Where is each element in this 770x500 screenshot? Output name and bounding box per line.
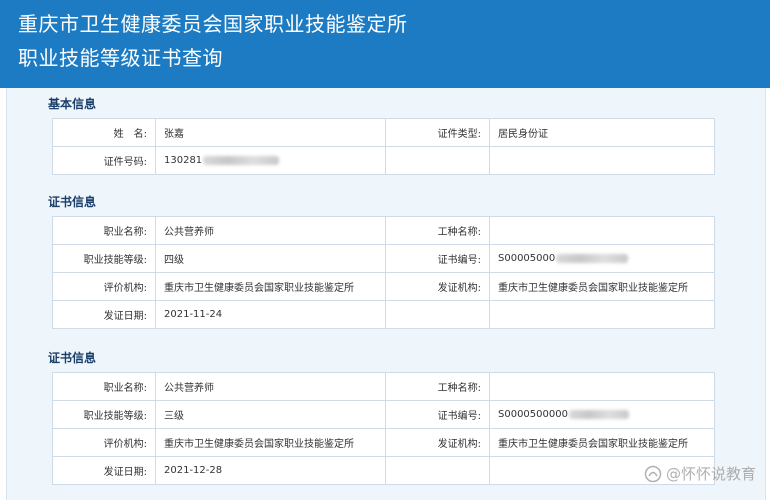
header-page-title: 职业技能等级证书查询: [18, 46, 223, 70]
table-row: 职业技能等级: 四级 证书编号: S00005000: [52, 244, 715, 273]
cert-number-value: S00005000: [498, 253, 556, 264]
id-type-value: 居民身份证: [489, 118, 715, 147]
cert-info-title: 证书信息: [48, 195, 97, 209]
name-label: 姓 名:: [52, 118, 156, 147]
table-row: 职业名称: 公共营养师 工种名称:: [52, 372, 715, 401]
eval-org-value: 重庆市卫生健康委员会国家职业技能鉴定所: [155, 272, 386, 301]
issue-org-value: 重庆市卫生健康委员会国家职业技能鉴定所: [489, 428, 715, 457]
work-type-label: 工种名称:: [385, 216, 490, 245]
occupation-value: 公共营养师: [155, 372, 386, 401]
occupation-label: 职业名称:: [52, 216, 156, 245]
empty-value: [489, 300, 715, 329]
level-value: 三级: [155, 400, 386, 429]
issue-date-label: 发证日期:: [52, 300, 156, 329]
cert-number-value: S0000500000: [498, 409, 568, 420]
name-value: 张嘉: [155, 118, 386, 147]
table-row: 姓 名: 张嘉 证件类型: 居民身份证: [52, 118, 715, 147]
issue-date-label: 发证日期:: [52, 456, 156, 485]
table-row: 职业技能等级: 三级 证书编号: S0000500000: [52, 400, 715, 429]
table-row: 发证日期: 2021-11-24: [52, 300, 715, 329]
cert-number-label: 证书编号:: [385, 244, 490, 273]
work-type-value: [489, 372, 715, 401]
table-row: 评价机构: 重庆市卫生健康委员会国家职业技能鉴定所 发证机构: 重庆市卫生健康委…: [52, 272, 715, 301]
watermark: @怀怀说教育: [644, 463, 756, 484]
watermark-logo-icon: [644, 465, 662, 482]
page-header: 重庆市卫生健康委员会国家职业技能鉴定所 职业技能等级证书查询: [0, 0, 770, 88]
id-number-cell: 130281: [155, 146, 386, 175]
cert-info-table-1: 职业名称: 公共营养师 工种名称: 职业技能等级: 四级 证书编号: S0000…: [52, 216, 715, 329]
id-type-label: 证件类型:: [385, 118, 490, 147]
issue-org-label: 发证机构:: [385, 428, 490, 457]
occupation-label: 职业名称:: [52, 372, 156, 401]
table-row: 评价机构: 重庆市卫生健康委员会国家职业技能鉴定所 发证机构: 重庆市卫生健康委…: [52, 428, 715, 457]
basic-info-table: 姓 名: 张嘉 证件类型: 居民身份证 证件号码: 130281: [52, 118, 715, 175]
level-value: 四级: [155, 244, 386, 273]
table-row: 证件号码: 130281: [52, 146, 715, 175]
watermark-text: @怀怀说教育: [665, 465, 756, 483]
empty-value: [489, 146, 715, 175]
id-number-label: 证件号码:: [52, 146, 156, 175]
basic-info-title: 基本信息: [48, 97, 97, 111]
issue-org-value: 重庆市卫生健康委员会国家职业技能鉴定所: [489, 272, 715, 301]
level-label: 职业技能等级:: [52, 400, 156, 429]
empty-label: [385, 146, 490, 175]
work-type-value: [489, 216, 715, 245]
occupation-value: 公共营养师: [155, 216, 386, 245]
work-type-label: 工种名称:: [385, 372, 490, 401]
cert-number-label: 证书编号:: [385, 400, 490, 429]
issue-date-value: 2021-11-24: [155, 300, 386, 329]
cert-number-cell: S0000500000: [489, 400, 715, 429]
redacted-blur: [556, 253, 629, 263]
redacted-blur: [203, 155, 280, 165]
eval-org-label: 评价机构:: [52, 428, 156, 457]
issue-org-label: 发证机构:: [385, 272, 490, 301]
cert-info-table-2: 职业名称: 公共营养师 工种名称: 职业技能等级: 三级 证书编号: S0000…: [52, 372, 715, 485]
table-row: 发证日期: 2021-12-28: [52, 456, 715, 485]
id-number-value: 130281: [164, 155, 203, 166]
eval-org-value: 重庆市卫生健康委员会国家职业技能鉴定所: [155, 428, 386, 457]
eval-org-label: 评价机构:: [52, 272, 156, 301]
cert-info-title: 证书信息: [48, 351, 97, 365]
empty-label: [385, 456, 490, 485]
table-row: 职业名称: 公共营养师 工种名称:: [52, 216, 715, 245]
level-label: 职业技能等级:: [52, 244, 156, 273]
empty-label: [385, 300, 490, 329]
redacted-blur: [568, 409, 629, 419]
cert-number-cell: S00005000: [489, 244, 715, 273]
issue-date-value: 2021-12-28: [155, 456, 386, 485]
header-org-title: 重庆市卫生健康委员会国家职业技能鉴定所: [18, 12, 408, 36]
